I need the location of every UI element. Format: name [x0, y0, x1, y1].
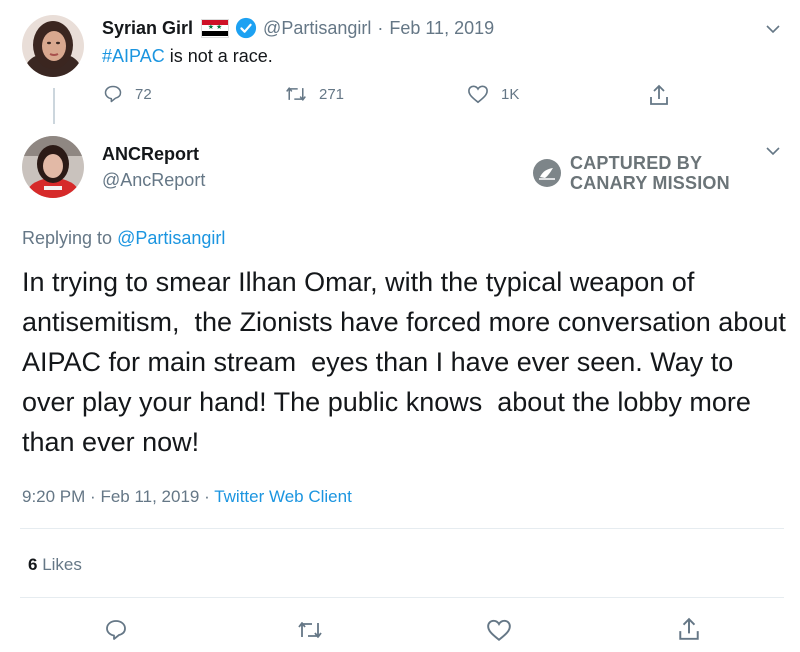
likes-count: 6 [28, 555, 38, 574]
canary-logo-icon [533, 159, 561, 187]
main-author-name[interactable]: ANCReport [102, 144, 199, 165]
meta-separator-1: · [90, 487, 101, 506]
replying-prefix: Replying to [22, 228, 118, 248]
main-like-icon[interactable] [486, 618, 512, 642]
main-share-icon[interactable] [678, 617, 700, 641]
share-icon[interactable] [649, 84, 669, 106]
syrian-girl-avatar[interactable] [22, 15, 84, 77]
thread-connector-line [53, 88, 55, 124]
aipac-hashtag-link[interactable]: #AIPAC [102, 46, 165, 66]
tweet-time[interactable]: 9:20 PM [22, 487, 85, 506]
verified-badge-icon [235, 17, 257, 39]
tweet-source-link[interactable]: Twitter Web Client [214, 487, 352, 506]
syria-flag-black-band [202, 30, 229, 37]
main-reply-icon[interactable] [104, 618, 128, 642]
tweet-date[interactable]: Feb 11, 2019 [100, 487, 199, 506]
meta-separator-2: · [204, 487, 215, 506]
like-icon [468, 85, 488, 104]
watermark-line2: CANARY MISSION [570, 173, 730, 193]
parent-reply-count: 72 [135, 85, 152, 103]
watermark-line1: CAPTURED BY [570, 153, 703, 173]
likes-summary[interactable]: 6 Likes [28, 555, 82, 575]
replying-to: Replying to @Partisangirl [22, 228, 225, 249]
retweet-icon [286, 87, 306, 101]
parent-tweet-text-rest: is not a race. [164, 46, 273, 66]
main-author-handle[interactable]: @AncReport [102, 170, 205, 191]
parent-author-name[interactable]: Syrian Girl [102, 18, 193, 39]
parent-reply-action[interactable]: 72 [103, 84, 152, 104]
tweet-meta: 9:20 PM · Feb 11, 2019 · Twitter Web Cli… [22, 487, 352, 507]
main-chevron-down-icon[interactable] [764, 142, 782, 160]
parent-like-count: 1K [501, 85, 520, 103]
parent-tweet-date[interactable]: Feb 11, 2019 [389, 18, 494, 39]
syria-flag: ★ ★ [201, 18, 230, 38]
parent-tweet-text: #AIPAC is not a race. [102, 46, 273, 67]
parent-author-handle[interactable]: @Partisangirl [263, 18, 371, 39]
reply-icon [104, 85, 122, 103]
chevron-down-icon[interactable] [764, 20, 782, 38]
ancreport-avatar[interactable] [22, 136, 84, 198]
watermark-text: CAPTURED BY CANARY MISSION [570, 153, 730, 193]
parent-tweet-header: Syrian Girl ★ ★ @Partisangirl · Feb 11, … [102, 16, 494, 40]
header-separator: · [377, 17, 384, 38]
parent-retweet-action[interactable]: 271 [285, 84, 344, 104]
likes-label: Likes [42, 555, 82, 574]
parent-retweet-count: 271 [319, 85, 345, 103]
divider-top [20, 528, 784, 529]
replying-handle-link[interactable]: @Partisangirl [117, 228, 225, 248]
main-tweet-body: In trying to smear Ilhan Omar, with the … [22, 267, 792, 457]
main-retweet-icon[interactable] [297, 618, 323, 642]
parent-like-action[interactable]: 1K [467, 84, 519, 104]
canary-mission-watermark: CAPTURED BY CANARY MISSION [532, 153, 730, 193]
divider-bottom [20, 597, 784, 598]
